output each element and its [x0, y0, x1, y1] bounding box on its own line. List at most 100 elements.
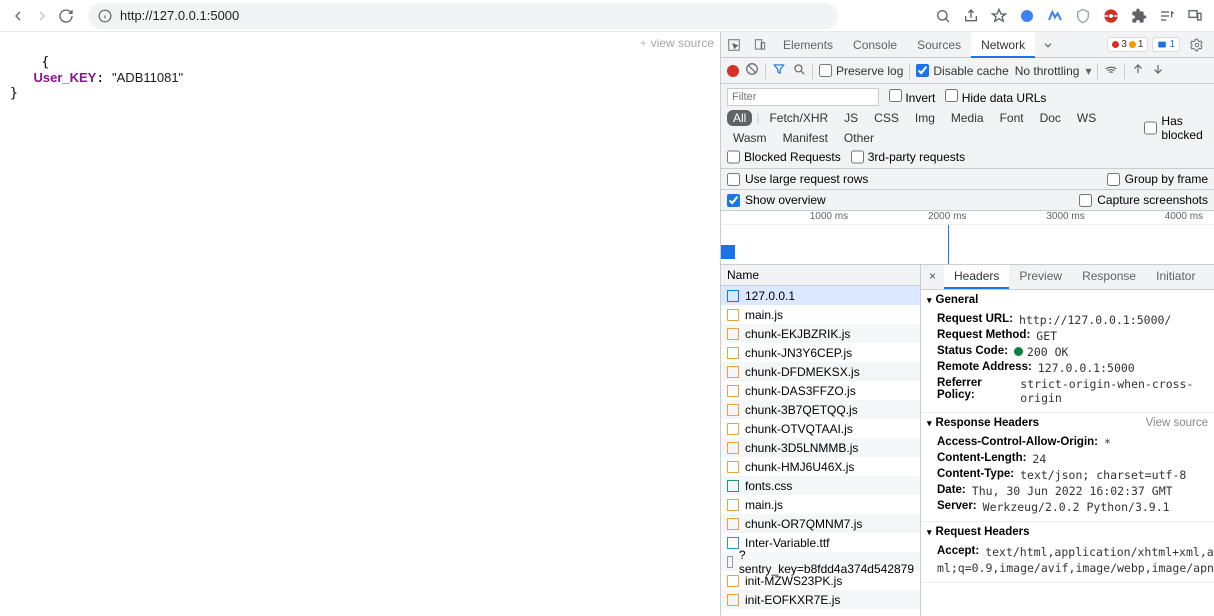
invert-checkbox[interactable]: Invert: [889, 89, 935, 105]
header-row: Request URL:http://127.0.0.1:5000/: [937, 312, 1214, 328]
header-row: Content-Length:24: [937, 451, 1214, 467]
detail-tab-headers[interactable]: Headers: [944, 265, 1009, 289]
filter-chip-css[interactable]: CSS: [868, 110, 905, 126]
filter-chip-media[interactable]: Media: [945, 110, 990, 126]
hidden-msg-badge[interactable]: 1: [1152, 37, 1180, 52]
close-details-icon[interactable]: ×: [921, 265, 944, 289]
timeline-overview[interactable]: 1000 ms2000 ms3000 ms4000 ms: [721, 211, 1214, 265]
request-details: × HeadersPreviewResponseInitiatorTiming …: [921, 265, 1214, 616]
throttling-select[interactable]: No throttling: [1015, 64, 1080, 78]
header-row: Status Code:200 OK: [937, 344, 1214, 360]
ext1-icon[interactable]: [1014, 3, 1040, 29]
view-source-link[interactable]: +view source: [640, 36, 714, 50]
ext3-icon[interactable]: [1070, 3, 1096, 29]
request-name: init-MZWS23PK.js: [745, 574, 842, 588]
request-row[interactable]: 127.0.0.1: [721, 286, 920, 305]
show-overview-checkbox[interactable]: Show overview: [727, 193, 826, 207]
request-row[interactable]: chunk-DAS3FFZO.js: [721, 381, 920, 400]
omnibox[interactable]: http://127.0.0.1:5000: [88, 3, 838, 29]
section-response-headers[interactable]: Response HeadersView source: [921, 413, 1214, 433]
clear-button[interactable]: [745, 62, 759, 79]
request-row[interactable]: chunk-3B7QETQQ.js: [721, 400, 920, 419]
filter-chip-font[interactable]: Font: [994, 110, 1030, 126]
filter-chip-doc[interactable]: Doc: [1034, 110, 1067, 126]
filter-chip-js[interactable]: JS: [838, 110, 864, 126]
detail-tab-preview[interactable]: Preview: [1009, 265, 1072, 289]
zoom-icon[interactable]: [930, 3, 956, 29]
error-count-badge[interactable]: 3 1: [1107, 37, 1148, 52]
export-har-icon[interactable]: [1151, 62, 1165, 79]
request-row[interactable]: main.js: [721, 305, 920, 324]
view-source-link[interactable]: View source: [1146, 417, 1208, 429]
request-name: fonts.css: [745, 479, 792, 493]
bookmark-icon[interactable]: [986, 3, 1012, 29]
request-name: chunk-OTVQTAAI.js: [745, 422, 853, 436]
has-blocked-checkbox[interactable]: Has blocked: [1144, 114, 1208, 142]
capture-screenshots-checkbox[interactable]: Capture screenshots: [1079, 193, 1208, 207]
network-conditions-icon[interactable]: [1104, 62, 1118, 79]
file-js-icon: [727, 309, 739, 321]
throttling-chevron-icon[interactable]: ▾: [1085, 64, 1091, 78]
request-row[interactable]: chunk-OR7QMNM7.js: [721, 514, 920, 533]
reqlist-header[interactable]: Name: [721, 265, 920, 286]
request-row[interactable]: chunk-EKJBZRIK.js: [721, 324, 920, 343]
section-request-headers[interactable]: Request Headers: [921, 522, 1214, 542]
back-button[interactable]: [6, 4, 30, 28]
section-general[interactable]: General: [921, 290, 1214, 310]
request-row[interactable]: chunk-JN3Y6CEP.js: [721, 343, 920, 362]
reload-button[interactable]: [54, 4, 78, 28]
blocked-requests-checkbox[interactable]: Blocked Requests: [727, 150, 841, 164]
request-row[interactable]: chunk-DFDMEKSX.js: [721, 362, 920, 381]
settings-gear-icon[interactable]: [1184, 32, 1210, 58]
file-js-icon: [727, 442, 739, 454]
disable-cache-checkbox[interactable]: Disable cache: [916, 64, 1008, 78]
detail-tab-timing[interactable]: Timing: [1205, 265, 1214, 289]
request-row[interactable]: main.js: [721, 495, 920, 514]
filter-chip-all[interactable]: All: [727, 110, 752, 126]
third-party-checkbox[interactable]: 3rd-party requests: [851, 150, 965, 164]
hide-data-urls-checkbox[interactable]: Hide data URLs: [945, 89, 1046, 105]
playlist-icon[interactable]: [1154, 3, 1180, 29]
filter-input[interactable]: [727, 88, 879, 106]
detail-tab-response[interactable]: Response: [1072, 265, 1146, 289]
devtools-tab-console[interactable]: Console: [843, 32, 907, 58]
record-button[interactable]: [727, 65, 739, 77]
filter-chip-img[interactable]: Img: [909, 110, 941, 126]
devtools-tab-network[interactable]: Network: [971, 32, 1035, 58]
devtools-tab-elements[interactable]: Elements: [773, 32, 843, 58]
page-content: +view source{ User_KEY: "ADB11081" }: [0, 32, 720, 616]
device-toggle-icon[interactable]: [747, 32, 773, 58]
filter-chip-manifest[interactable]: Manifest: [777, 130, 834, 146]
request-name: chunk-3B7QETQQ.js: [745, 403, 858, 417]
devtools-tabs: ElementsConsoleSourcesNetwork 3 1 1: [721, 32, 1214, 58]
preserve-log-checkbox[interactable]: Preserve log: [819, 64, 903, 78]
request-row[interactable]: chunk-HMJ6U46X.js: [721, 457, 920, 476]
devices-icon[interactable]: [1182, 3, 1208, 29]
filter-chip-ws[interactable]: WS: [1071, 110, 1102, 126]
request-row[interactable]: chunk-OTVQTAAI.js: [721, 419, 920, 438]
forward-button[interactable]: [30, 4, 54, 28]
filter-chip-fetchxhr[interactable]: Fetch/XHR: [763, 110, 834, 126]
large-rows-checkbox[interactable]: Use large request rows: [727, 172, 868, 186]
filter-chip-other[interactable]: Other: [838, 130, 880, 146]
detail-tab-initiator[interactable]: Initiator: [1146, 265, 1205, 289]
request-name: ?sentry_key=b8fdd4a374d542879: [739, 548, 914, 576]
request-row[interactable]: init-EOFKXR7E.js: [721, 590, 920, 609]
ext4-icon[interactable]: [1098, 3, 1124, 29]
ext2-icon[interactable]: [1042, 3, 1068, 29]
filter-chip-wasm[interactable]: Wasm: [727, 130, 773, 146]
more-tabs-icon[interactable]: [1035, 32, 1061, 58]
import-har-icon[interactable]: [1131, 62, 1145, 79]
devtools-tab-sources[interactable]: Sources: [907, 32, 971, 58]
request-row[interactable]: fonts.css: [721, 476, 920, 495]
extensions-icon[interactable]: [1126, 3, 1152, 29]
search-icon[interactable]: [792, 62, 806, 79]
request-row[interactable]: ?sentry_key=b8fdd4a374d542879: [721, 552, 920, 571]
filter-toggle-icon[interactable]: [772, 62, 786, 79]
inspect-element-icon[interactable]: [721, 32, 747, 58]
share-icon[interactable]: [958, 3, 984, 29]
file-js-icon: [727, 461, 739, 473]
request-row[interactable]: chunk-3D5LNMMB.js: [721, 438, 920, 457]
group-by-frame-checkbox[interactable]: Group by frame: [1107, 172, 1208, 186]
header-row: Accept:text/html,application/xhtml+xml,a…: [937, 544, 1214, 560]
